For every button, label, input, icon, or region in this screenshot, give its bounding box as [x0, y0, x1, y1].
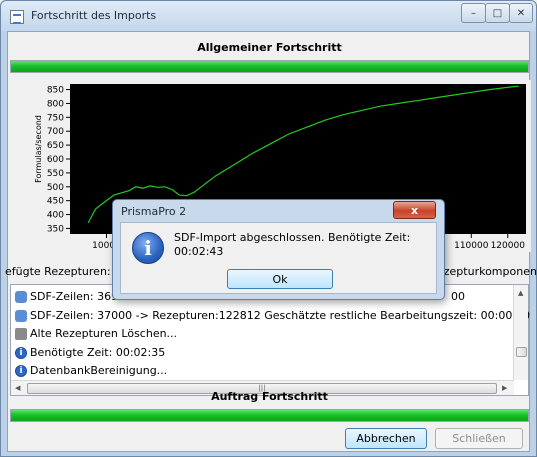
maximize-button[interactable]: □ — [485, 3, 510, 23]
log-line: i DatenbankBereinigung... — [15, 364, 167, 377]
overall-progress-title: Allgemeiner Fortschritt — [197, 41, 342, 54]
title-bar[interactable]: Fortschritt des Imports – □ ✕ — [1, 1, 536, 31]
y-tick-label: 400 — [47, 211, 64, 221]
vertical-scroll-thumb[interactable] — [516, 347, 527, 357]
close-window-button[interactable]: ✕ — [509, 3, 533, 23]
broom-icon — [15, 327, 27, 340]
info-icon: i — [15, 346, 27, 359]
window-icon — [10, 10, 24, 24]
log-text: Benötigte Zeit: 00:02:35 — [30, 346, 166, 359]
y-tick-label: 550 — [47, 169, 64, 179]
log-line: SDF-Zeilen: 37000 -> Rezepturen:122812 G… — [15, 309, 530, 322]
minimize-button[interactable]: – — [461, 3, 486, 23]
x-tick-label: 110000 — [454, 241, 489, 251]
log-line: SDF-Zeilen: 369 — [15, 290, 118, 303]
log-text: SDF-Zeilen: 37000 -> Rezepturen:122812 G… — [30, 309, 531, 322]
log-line: Alte Rezepturen Löschen... — [15, 327, 177, 340]
y-tick-label: 750 — [47, 113, 64, 123]
overall-progress-bar — [10, 60, 529, 73]
ok-button[interactable]: Ok — [227, 269, 333, 289]
y-tick-label: 350 — [47, 224, 64, 234]
log-list[interactable]: SDF-Zeilen: 369 SDF-Zeilen: 37000 -> Rez… — [10, 284, 530, 396]
order-progress-bar — [10, 409, 529, 422]
x-tick-label: 120000 — [491, 241, 526, 251]
database-icon — [15, 309, 27, 322]
dialog-message-line-1: SDF-Import abgeschlossen. Benötigte Zeit… — [174, 231, 411, 244]
log-line: i Benötigte Zeit: 00:02:35 — [15, 346, 165, 359]
y-tick-label: 800 — [47, 99, 64, 109]
y-tick-label: 700 — [47, 127, 64, 137]
close-button[interactable]: Schließen — [435, 428, 523, 449]
y-tick-label: 650 — [47, 141, 64, 151]
dialog-message-line-2: 00:02:43 — [174, 245, 224, 258]
log-vertical-scrollbar[interactable]: ▲ — [513, 285, 528, 380]
y-tick-label: 450 — [47, 197, 64, 207]
dialog-title: PrismaPro 2 — [121, 205, 187, 218]
y-axis-label: Formulas/second — [34, 115, 43, 183]
y-tick-label: 600 — [47, 155, 64, 165]
info-icon: i — [15, 364, 27, 377]
y-tick-label: 850 — [47, 86, 64, 96]
database-icon — [15, 290, 27, 303]
scroll-up-icon[interactable]: ▲ — [518, 289, 523, 297]
completion-dialog: PrismaPro 2 x i SDF-Import abgeschlossen… — [112, 199, 445, 300]
dialog-body: i SDF-Import abgeschlossen. Benötigte Ze… — [120, 222, 437, 294]
added-recipes-label: efügte Rezepturen: 1 — [5, 265, 122, 278]
dialog-close-button[interactable]: x — [393, 201, 436, 219]
recipe-components-label: ezepturkomponenten — [437, 265, 537, 278]
y-tick-label: 500 — [47, 183, 64, 193]
dialog-message: SDF-Import abgeschlossen. Benötigte Zeit… — [174, 231, 434, 259]
window-title: Fortschritt des Imports — [31, 9, 157, 22]
log-text: DatenbankBereinigung... — [30, 364, 168, 377]
log-text: SDF-Zeilen: 369 — [30, 290, 119, 303]
log-line-tail: 00 — [451, 290, 465, 303]
order-progress-title: Auftrag Fortschritt — [211, 390, 328, 403]
cancel-button[interactable]: Abbrechen — [345, 428, 427, 449]
info-icon: i — [132, 232, 164, 264]
log-text: Alte Rezepturen Löschen... — [30, 327, 178, 340]
